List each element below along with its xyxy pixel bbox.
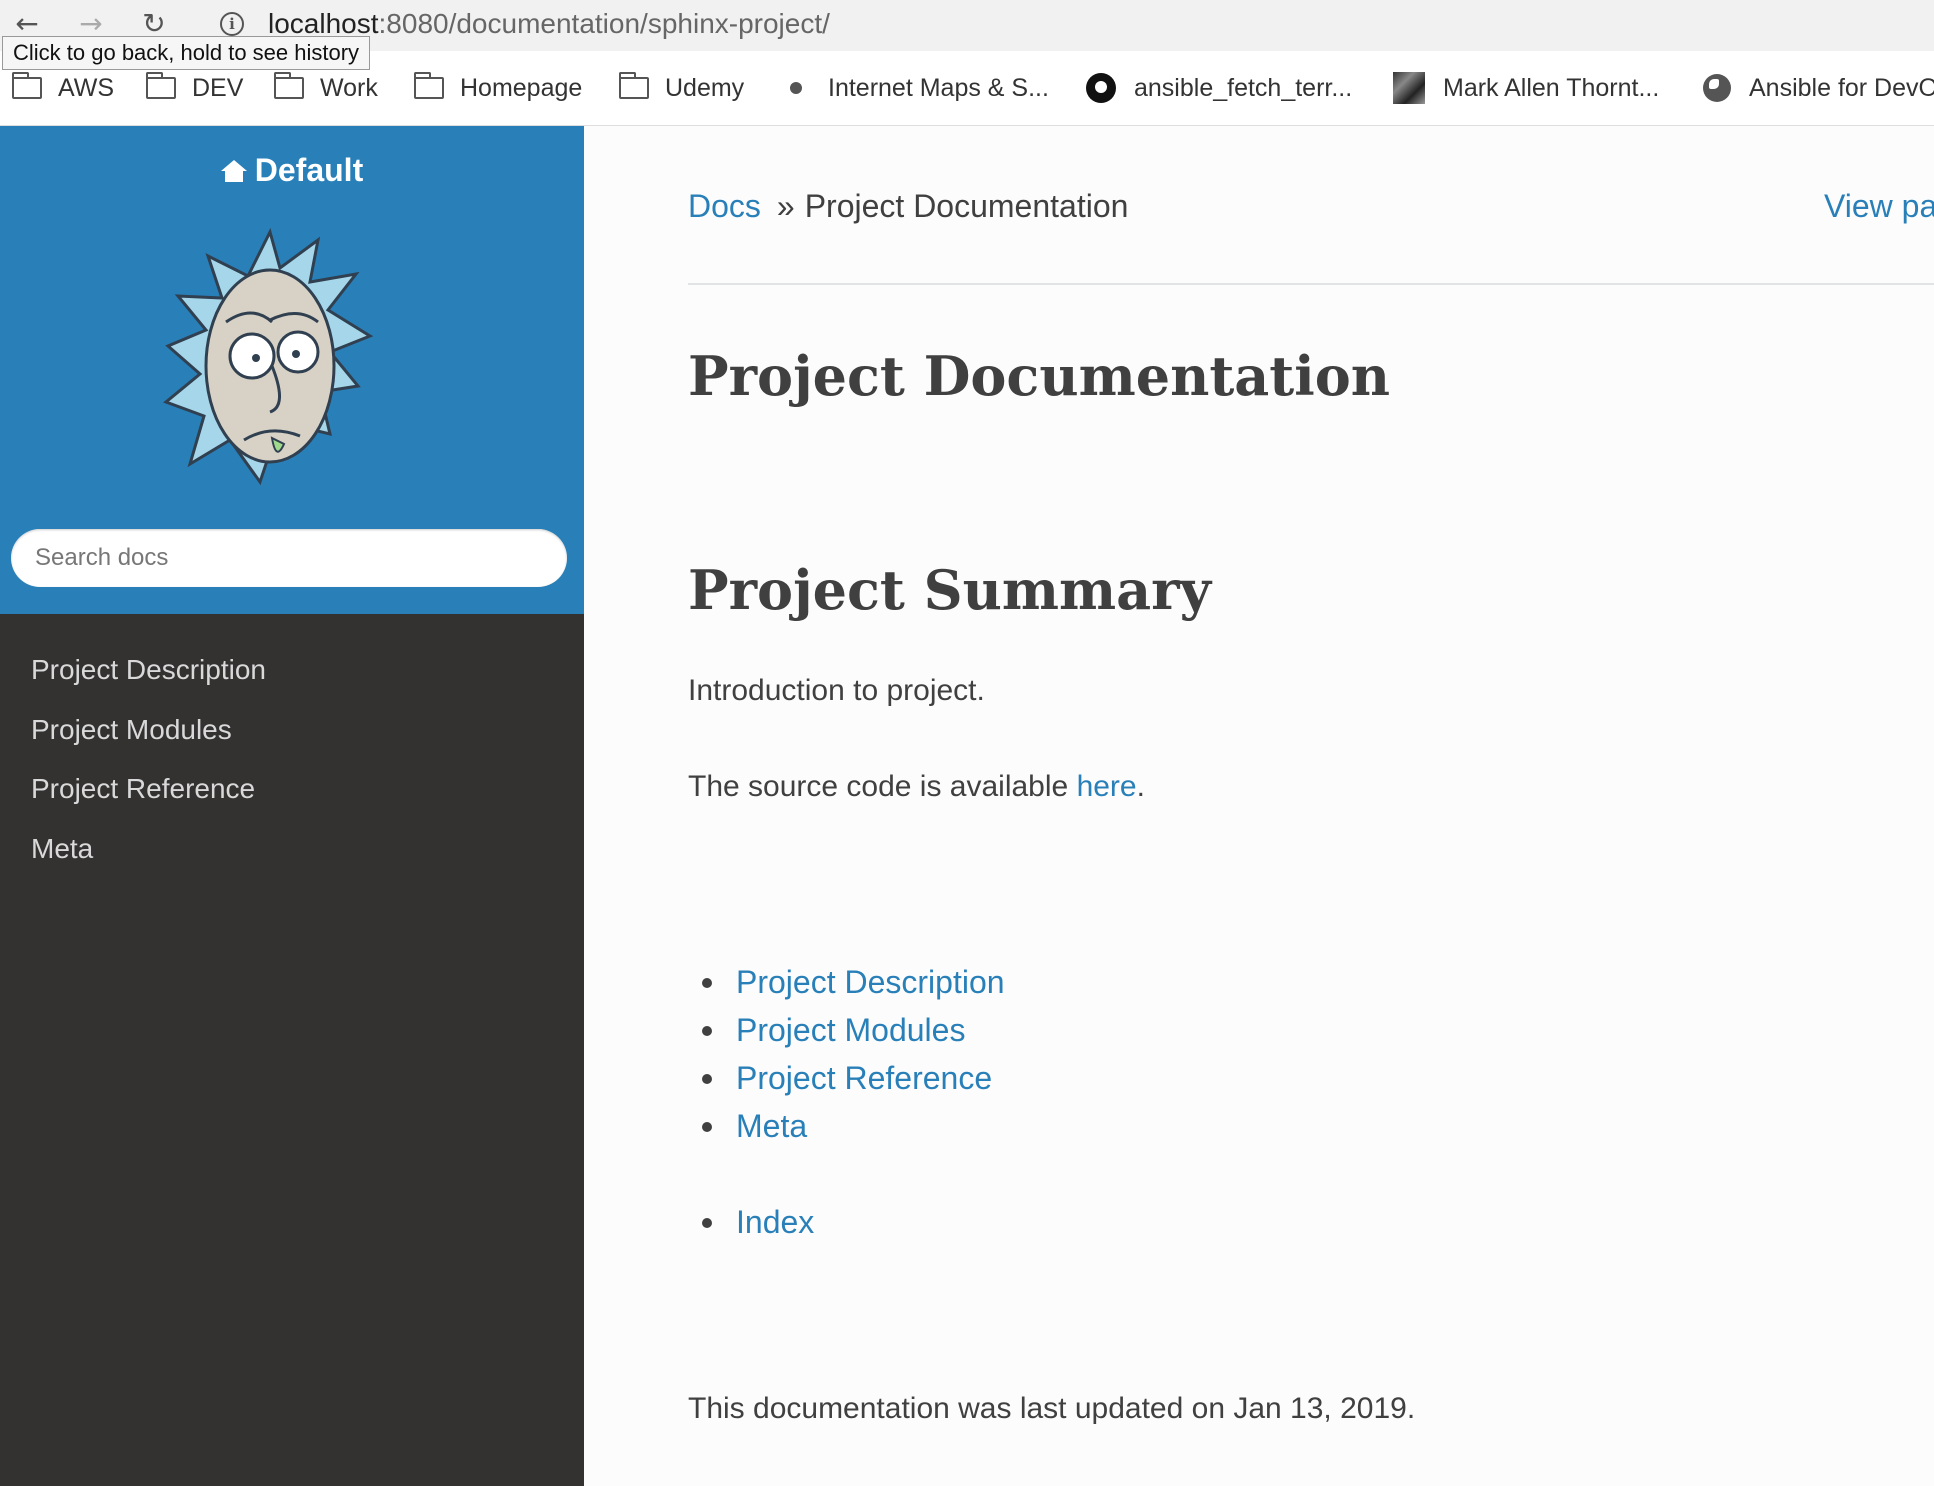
folder-icon	[619, 72, 649, 99]
last-updated-text: This documentation was last updated on J…	[688, 1392, 1416, 1425]
thumbnail-icon	[1393, 72, 1425, 104]
breadcrumb: Docs » Project Documentation	[688, 188, 1128, 225]
bookmark-homepage[interactable]: Homepage	[414, 68, 582, 108]
brand-label: Default	[254, 152, 364, 188]
source-paragraph: The source code is available here.	[688, 770, 1145, 804]
source-code-link[interactable]: here	[1077, 770, 1137, 803]
list-item: Project Modules	[688, 1006, 1005, 1054]
sidebar-item-project-description[interactable]: Project Description	[0, 647, 584, 707]
bookmark-dev[interactable]: DEV	[146, 68, 243, 108]
bookmark-ansible-fetch[interactable]: ansible_fetch_terr...	[1086, 68, 1352, 108]
sidebar-item-project-modules[interactable]: Project Modules	[0, 707, 584, 767]
brand-link[interactable]: Default	[0, 152, 584, 189]
view-page-source-link[interactable]: View pa	[1824, 188, 1934, 225]
toc-link-meta[interactable]: Meta	[736, 1108, 807, 1144]
bookmark-label: Mark Allen Thornt...	[1443, 73, 1660, 102]
globe-icon	[1703, 74, 1731, 102]
section-title: Project Summary	[688, 558, 1211, 622]
bookmark-label: Internet Maps & S...	[828, 73, 1049, 102]
search-input[interactable]	[11, 529, 567, 587]
address-bar[interactable]: i localhost:8080/documentation/sphinx-pr…	[200, 4, 1934, 46]
bookmark-label: ansible_fetch_terr...	[1134, 73, 1353, 102]
folder-icon	[274, 72, 304, 99]
bookmark-label: Work	[320, 73, 378, 102]
back-button-tooltip: Click to go back, hold to see history	[2, 36, 371, 70]
home-icon	[220, 160, 247, 182]
breadcrumb-current: Project Documentation	[804, 188, 1129, 224]
sidebar-item-meta[interactable]: Meta	[0, 826, 584, 886]
folder-icon	[146, 72, 176, 99]
page-title: Project Documentation	[688, 344, 1390, 408]
url-path: :8080/documentation/sphinx-project/	[378, 8, 830, 39]
toc-list: Project Description Project Modules Proj…	[688, 958, 1005, 1150]
source-end: .	[1136, 770, 1145, 803]
folder-icon	[414, 72, 444, 99]
bookmark-label: AWS	[58, 73, 115, 102]
bookmark-label: Homepage	[460, 73, 583, 102]
toc-link-index[interactable]: Index	[736, 1204, 814, 1240]
bookmark-ansible-devops[interactable]: Ansible for DevO	[1703, 68, 1934, 108]
sidebar-nav: Project Description Project Modules Proj…	[0, 614, 584, 1486]
list-item: Index	[688, 1198, 814, 1246]
bookmark-mark-allen[interactable]: Mark Allen Thornt...	[1393, 68, 1659, 108]
breadcrumb-docs-link[interactable]: Docs	[688, 188, 761, 224]
toc-link-project-reference[interactable]: Project Reference	[736, 1060, 992, 1096]
breadcrumb-separator: »	[776, 188, 795, 224]
source-text: The source code is available	[688, 770, 1077, 803]
index-list: Index	[688, 1198, 814, 1246]
folder-icon	[12, 72, 42, 99]
divider	[688, 283, 1934, 285]
bookmark-work[interactable]: Work	[274, 68, 378, 108]
bookmark-internet-maps[interactable]: Internet Maps & S...	[784, 68, 1049, 108]
toc-link-project-description[interactable]: Project Description	[736, 964, 1005, 1000]
sidebar-header: Default	[0, 126, 584, 614]
url-host: localhost	[268, 8, 379, 39]
list-item: Project Reference	[688, 1054, 1005, 1102]
bookmark-aws[interactable]: AWS	[12, 68, 114, 108]
info-icon[interactable]: i	[220, 12, 244, 36]
list-item: Project Description	[688, 958, 1005, 1006]
bookmark-udemy[interactable]: Udemy	[619, 68, 744, 108]
sidebar-item-project-reference[interactable]: Project Reference	[0, 766, 584, 826]
bookmark-label: Ansible for DevO	[1749, 73, 1934, 102]
bookmark-label: Udemy	[665, 73, 745, 102]
logo-image	[163, 227, 374, 486]
intro-text: Introduction to project.	[688, 674, 985, 707]
toc-link-project-modules[interactable]: Project Modules	[736, 1012, 965, 1048]
list-item: Meta	[688, 1102, 1005, 1150]
bookmark-label: DEV	[192, 73, 244, 102]
github-icon	[1086, 73, 1116, 103]
dot-icon	[790, 82, 802, 94]
